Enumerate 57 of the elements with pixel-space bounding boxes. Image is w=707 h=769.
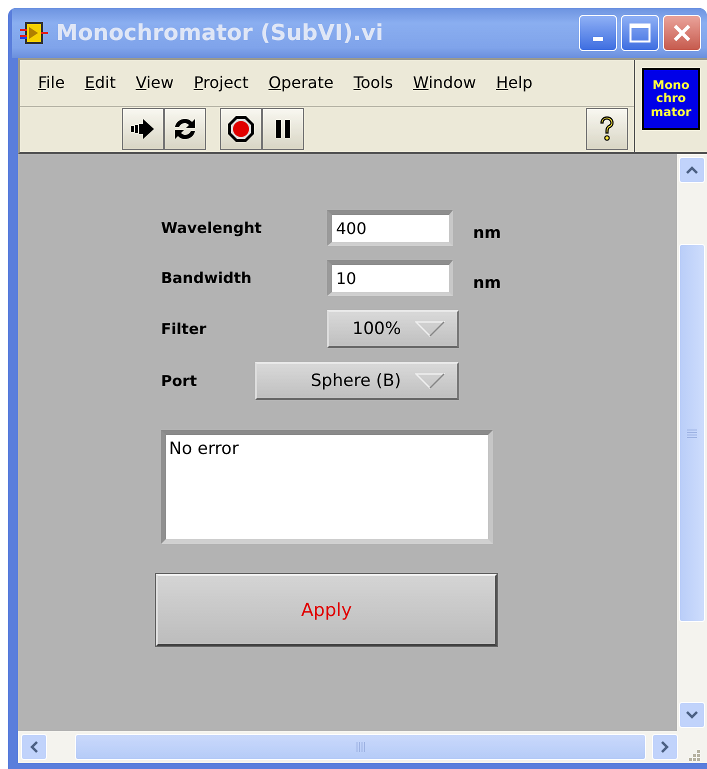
run-continuously-button[interactable]: [164, 108, 206, 150]
scroll-down-button[interactable]: [679, 702, 705, 728]
resize-grip-icon: [689, 750, 700, 761]
scroll-up-button[interactable]: [679, 157, 705, 183]
scrollbar-thumb[interactable]: [679, 244, 705, 622]
vertical-scrollbar[interactable]: [677, 154, 707, 731]
horizontal-scrollbar[interactable]: [18, 731, 707, 763]
control-label: Bandwidth: [161, 268, 252, 288]
control-label: Port: [161, 371, 197, 391]
close-icon: [672, 23, 692, 43]
circular-arrows-icon: [172, 117, 198, 142]
scroll-right-button[interactable]: [652, 734, 678, 760]
vi-icon-text: Mono: [652, 79, 690, 92]
run-button[interactable]: [122, 108, 164, 150]
scrollbar-thumb[interactable]: [75, 734, 646, 760]
arrow-icon: [130, 118, 156, 140]
vi-icon-text: mator: [650, 106, 692, 119]
minimize-button[interactable]: [579, 15, 617, 51]
menu-item[interactable]: Project: [186, 73, 256, 92]
window-title: Monochromator (SubVI).vi: [56, 20, 384, 46]
dropdown-triangle-icon: [415, 373, 445, 389]
vi-icon-text: chro: [656, 92, 686, 106]
menu-item[interactable]: Tools: [346, 73, 401, 92]
dropdown-triangle-icon: [415, 321, 445, 337]
grip-icon: [687, 428, 697, 438]
chevron-left-icon: [29, 740, 39, 754]
question-mark-icon: [598, 115, 616, 144]
maximize-icon: [629, 23, 651, 43]
ring-dropdown[interactable]: Sphere (B): [255, 362, 459, 400]
chevron-up-icon: [685, 165, 699, 175]
numeric-field[interactable]: 10: [327, 260, 453, 296]
menu-item[interactable]: Window: [405, 73, 484, 92]
chevron-right-icon: [660, 740, 670, 754]
minimize-icon: [593, 37, 603, 41]
error-message-box: No error: [161, 430, 493, 544]
menu-item[interactable]: Edit: [76, 73, 124, 92]
grip-icon: [356, 742, 365, 752]
maximize-button[interactable]: [621, 15, 659, 51]
help-button[interactable]: [586, 108, 628, 150]
scroll-left-button[interactable]: [21, 734, 47, 760]
chevron-down-icon: [685, 710, 699, 720]
menu-item[interactable]: Help: [488, 73, 541, 92]
menu-item[interactable]: View: [128, 73, 182, 92]
vi-app-icon: [20, 21, 48, 45]
unit-label: nm: [473, 273, 502, 294]
abort-button[interactable]: [220, 108, 262, 150]
close-button[interactable]: [663, 15, 701, 51]
control-label: Filter: [161, 319, 206, 339]
numeric-field[interactable]: 400: [327, 210, 453, 246]
ring-dropdown[interactable]: 100%: [327, 310, 459, 348]
menu-item[interactable]: File: [30, 73, 73, 92]
unit-label: nm: [473, 223, 502, 244]
pause-icon: [275, 119, 291, 140]
menu-item[interactable]: Operate: [260, 73, 342, 92]
control-label: Wavelenght: [161, 218, 262, 238]
stop-icon: [227, 115, 255, 144]
pause-button[interactable]: [262, 108, 304, 150]
